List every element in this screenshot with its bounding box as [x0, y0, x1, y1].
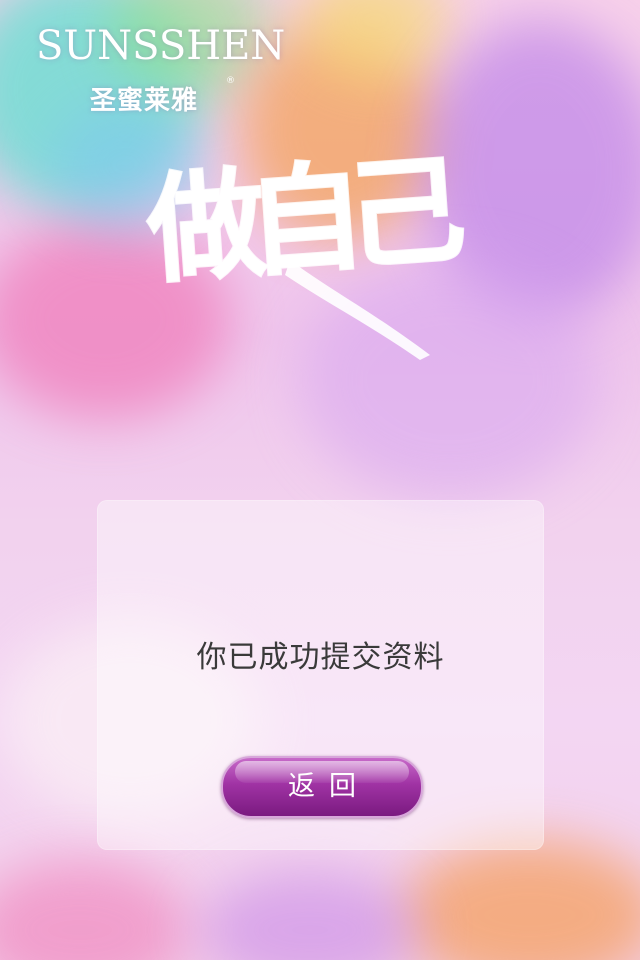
success-dialog: 你已成功提交资料 返回	[97, 500, 544, 850]
brand-name-en: SUNSSHEN	[36, 23, 286, 69]
success-screen: SUNSSHEN 圣蜜莱雅 ® 做自己 你已成功提交资料 返回	[0, 0, 640, 960]
registered-mark: ®	[226, 76, 235, 86]
back-button-label: 返回	[288, 771, 370, 802]
success-message: 你已成功提交资料	[196, 640, 445, 675]
back-button[interactable]: 返回	[221, 756, 423, 818]
headline-calligraphy: 做自己	[141, 139, 468, 360]
